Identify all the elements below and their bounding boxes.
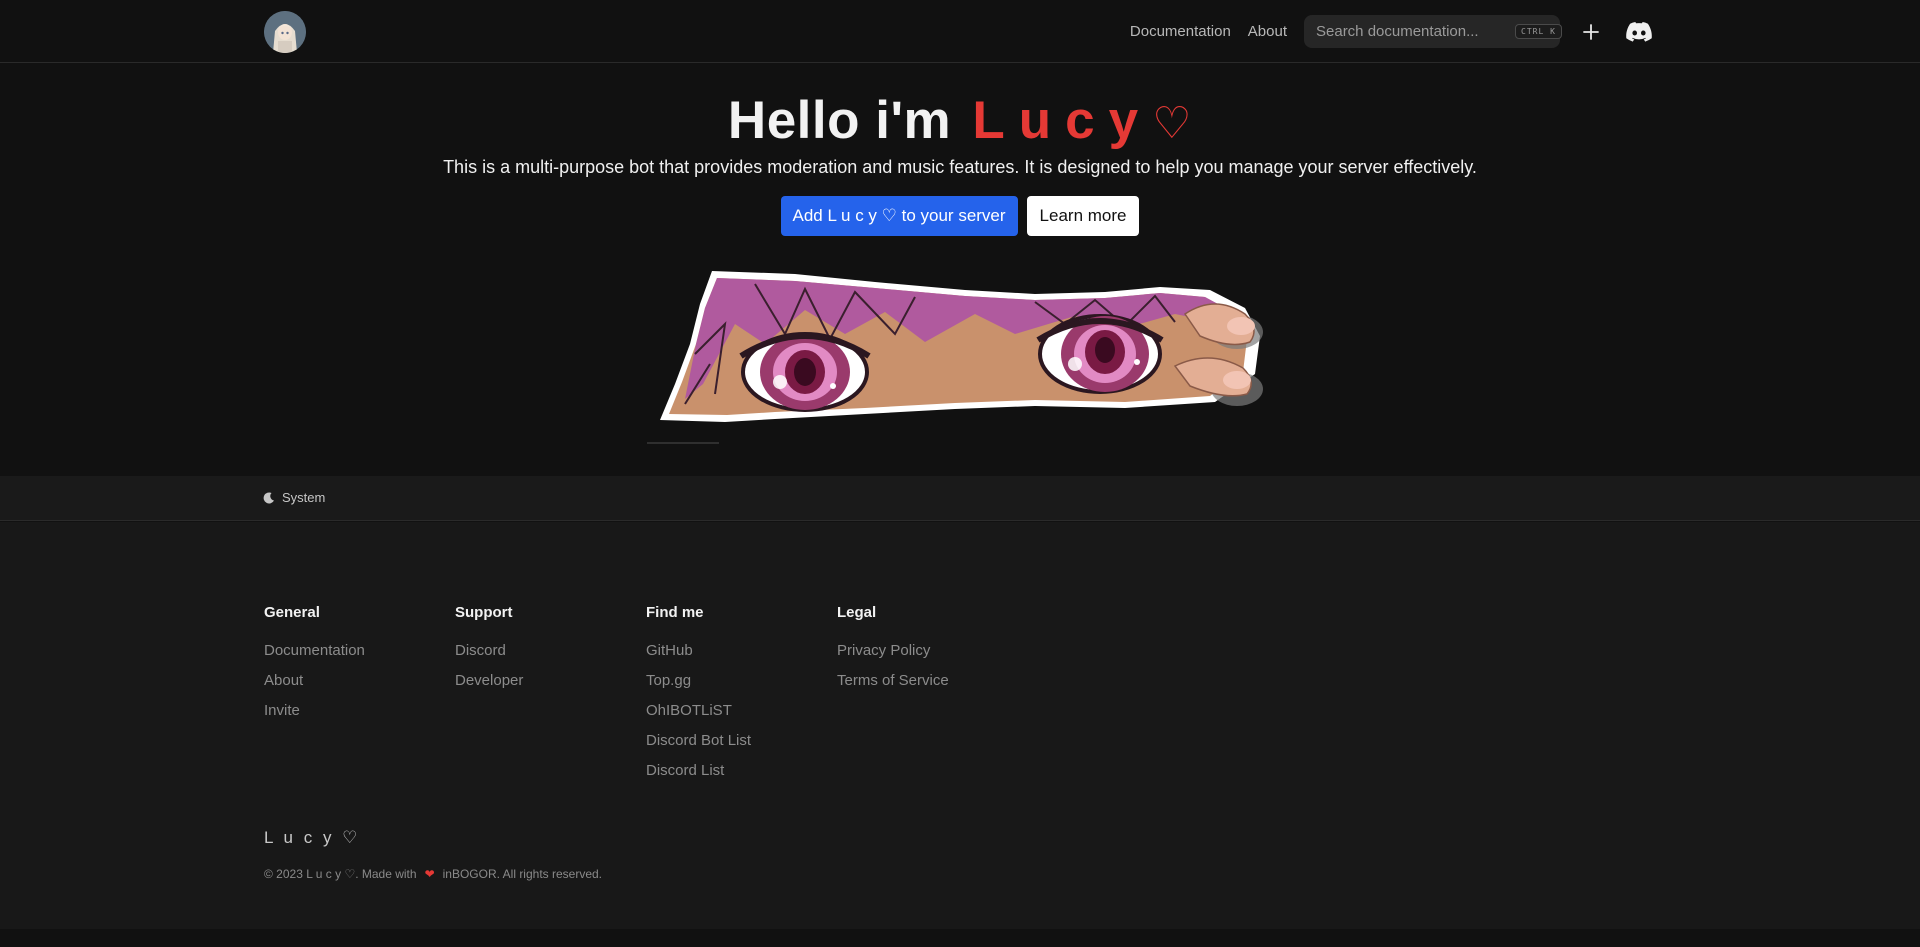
hero-title: Hello i'm Lucy♡: [0, 90, 1920, 151]
footer-link-documentation[interactable]: Documentation: [264, 642, 455, 672]
footer-link-invite[interactable]: Invite: [264, 702, 455, 732]
top-navbar: Documentation About CTRL K: [0, 0, 1920, 63]
learn-more-button[interactable]: Learn more: [1026, 196, 1140, 236]
footer-link-topgg[interactable]: Top.gg: [646, 672, 837, 702]
hero-title-heart: ♡: [1152, 99, 1193, 148]
navbar-inner: Documentation About CTRL K: [264, 0, 1656, 63]
divider-line: [647, 442, 719, 444]
search-input[interactable]: [1316, 23, 1515, 40]
hero-button-row: Add L u c y ♡ to your server Learn more: [0, 196, 1920, 236]
footer-link-terms-of-service[interactable]: Terms of Service: [837, 672, 1028, 702]
footer-column-title: Legal: [837, 604, 877, 621]
theme-bar: System: [0, 476, 1920, 521]
footer-link-discord[interactable]: Discord: [455, 642, 646, 672]
footer-column-title: General: [264, 604, 320, 621]
footer-copyright: © 2023 L u c y ♡. Made with ❤ inBOGOR. A…: [264, 867, 602, 881]
hero-description: This is a multi-purpose bot that provide…: [443, 157, 1477, 177]
moon-icon: [263, 491, 274, 503]
hero-title-brand: Lucy: [972, 91, 1153, 150]
footer-link-discord-bot-list[interactable]: Discord Bot List: [646, 732, 837, 762]
hero-section: Hello i'm Lucy♡ This is a multi-purpose …: [0, 64, 1920, 476]
add-button[interactable]: [1574, 15, 1608, 49]
hero-title-prefix: Hello i'm: [727, 91, 952, 150]
footer-column-legal: Legal Privacy Policy Terms of Service: [837, 604, 1028, 792]
footer-column-find-me: Find me GitHub Top.gg OhIBOTLiST Discord…: [646, 604, 837, 792]
footer-column-title: Support: [455, 604, 513, 621]
footer-link-ohibotlist[interactable]: OhIBOTLiST: [646, 702, 837, 732]
footer-link-discord-list[interactable]: Discord List: [646, 762, 837, 792]
theme-toggle-label: System: [282, 490, 326, 505]
copyright-prefix: © 2023 L u c y ♡. Made with: [264, 867, 417, 881]
footer-link-github[interactable]: GitHub: [646, 642, 837, 672]
search-box[interactable]: CTRL K: [1304, 15, 1562, 48]
footer-link-about[interactable]: About: [264, 672, 455, 702]
footer-link-privacy-policy[interactable]: Privacy Policy: [837, 642, 1028, 672]
theme-toggle[interactable]: System: [263, 490, 325, 505]
nav-link-about[interactable]: About: [1248, 23, 1287, 40]
discord-button[interactable]: [1622, 15, 1656, 49]
copyright-suffix: inBOGOR. All rights reserved.: [442, 867, 603, 881]
bot-avatar-image: [264, 10, 306, 53]
anime-eyes-peek-image: [660, 271, 1263, 422]
footer-column-title: Find me: [646, 604, 704, 621]
bot-avatar-logo[interactable]: [264, 10, 306, 53]
nav-link-documentation[interactable]: Documentation: [1130, 23, 1231, 40]
heart-icon: ❤: [424, 867, 435, 881]
footer-columns: General Documentation About Invite Suppo…: [264, 604, 1028, 792]
site-footer: General Documentation About Invite Suppo…: [0, 522, 1920, 929]
bottom-strip: [0, 929, 1920, 947]
footer-column-support: Support Discord Developer: [455, 604, 646, 792]
plus-icon: [1583, 23, 1599, 40]
footer-brand: L u c y ♡: [264, 828, 361, 847]
search-shortcut-badge: CTRL K: [1515, 24, 1562, 39]
footer-column-general: General Documentation About Invite: [264, 604, 455, 792]
discord-icon: [1626, 21, 1652, 42]
add-to-server-button[interactable]: Add L u c y ♡ to your server: [780, 196, 1018, 236]
footer-link-developer[interactable]: Developer: [455, 672, 646, 702]
